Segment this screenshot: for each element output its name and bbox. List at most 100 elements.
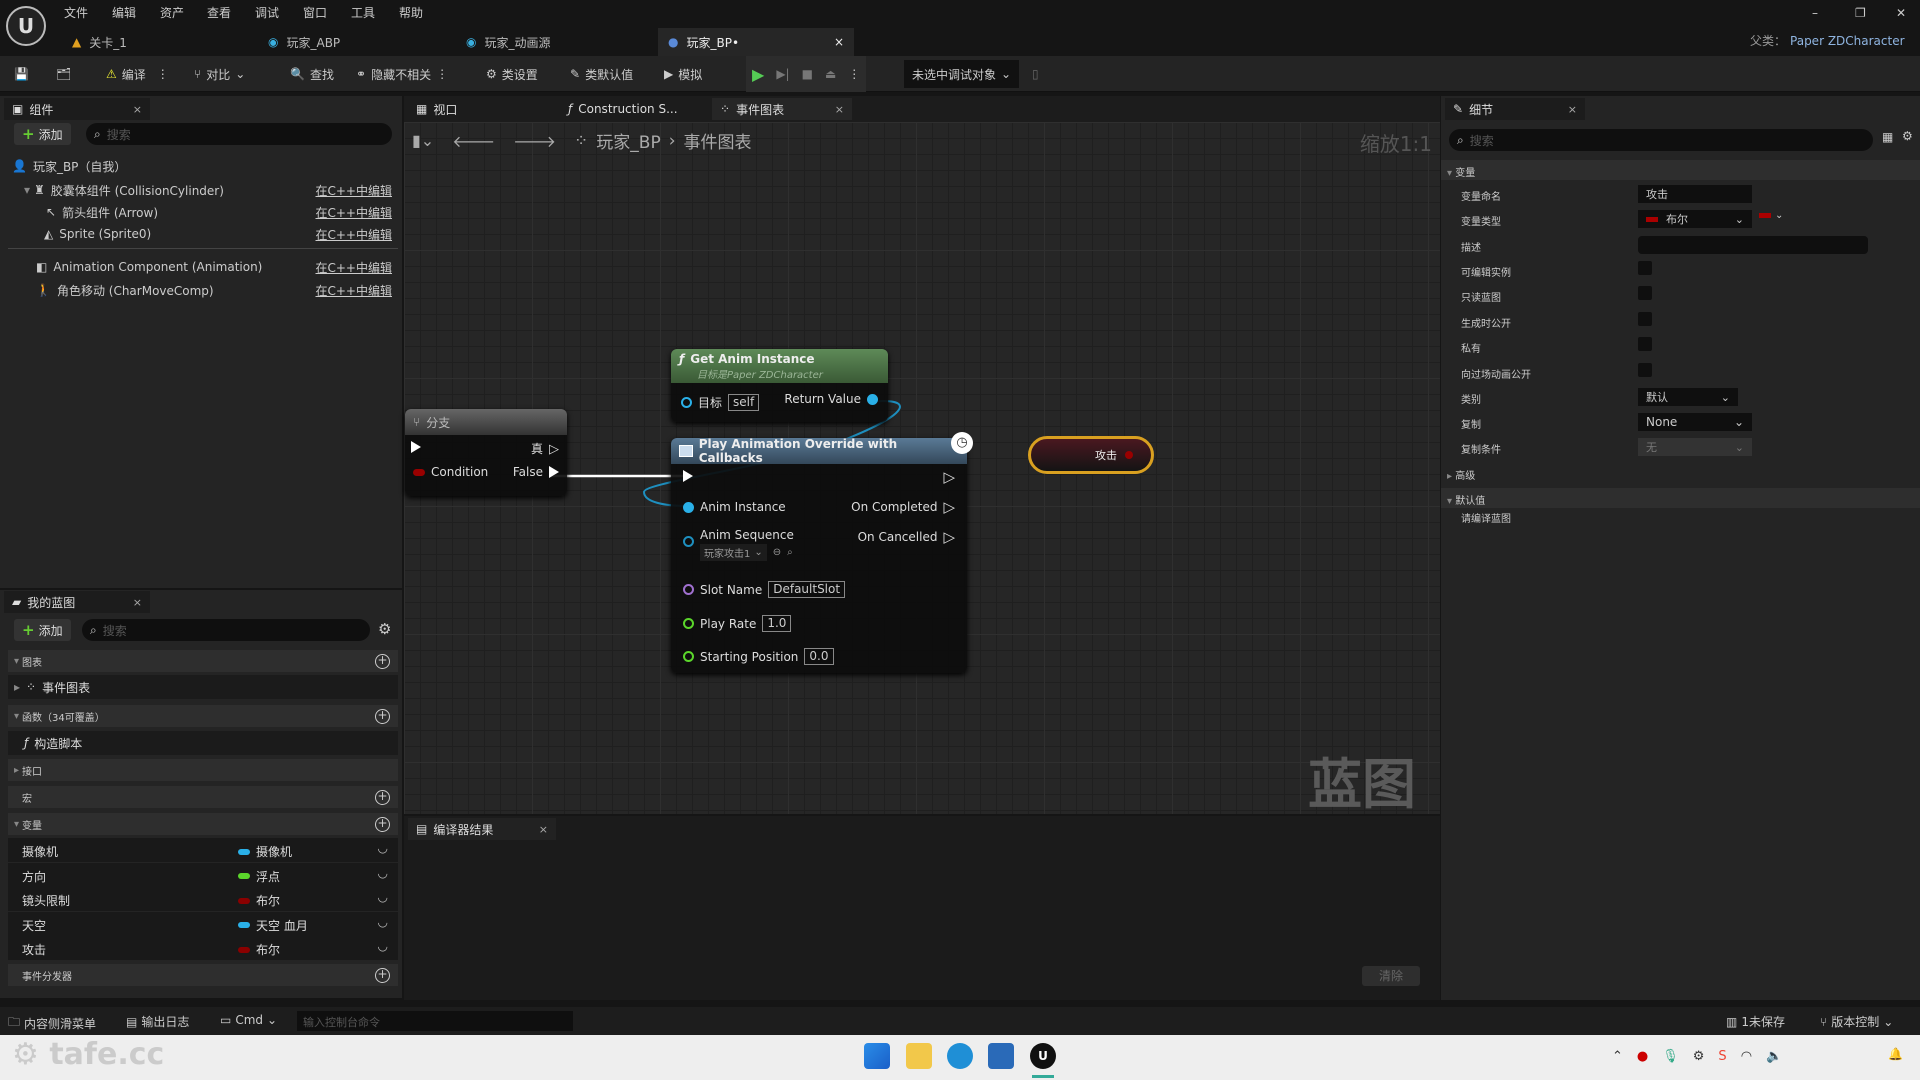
add-component-button[interactable]: + 添加 — [14, 123, 71, 145]
tab-viewport[interactable]: ▦ 视口 — [408, 98, 558, 120]
step-icon[interactable]: ▶| — [776, 67, 789, 81]
eye-closed-icon[interactable]: ◡ — [378, 866, 388, 880]
description-input[interactable] — [1638, 236, 1868, 254]
anim-instance-pin[interactable]: Anim Instance — [683, 500, 786, 514]
section-event-dispatchers[interactable]: 事件分发器 + — [8, 964, 398, 986]
simulate-button[interactable]: ▶ 模拟 — [664, 56, 702, 92]
edit-in-cpp-link[interactable]: 在C++中编辑 — [316, 182, 393, 199]
replication-select[interactable]: None ⌄ — [1638, 413, 1752, 431]
variable-item[interactable]: 镜头限制 布尔 ◡ — [8, 887, 398, 911]
menu-tools[interactable]: 工具 — [351, 4, 375, 21]
gear-icon[interactable]: ⚙ — [378, 620, 391, 638]
stop-icon[interactable]: ■ — [802, 67, 813, 81]
close-icon[interactable]: × — [1568, 103, 1577, 116]
component-char-move[interactable]: 🚶 角色移动 (CharMoveComp) 在C++中编辑 — [0, 279, 402, 301]
eye-closed-icon[interactable]: ◡ — [378, 915, 388, 929]
eye-closed-icon[interactable]: ◡ — [378, 841, 388, 855]
debug-target-select[interactable]: 未选中调试对象 ⌄ — [904, 60, 1020, 88]
wifi-icon[interactable]: ◠ — [1741, 1049, 1752, 1064]
file-explorer-icon[interactable] — [906, 1043, 932, 1069]
menu-file[interactable]: 文件 — [64, 4, 88, 21]
add-graph-icon[interactable]: + — [375, 653, 390, 669]
eye-closed-icon[interactable]: ◡ — [378, 890, 388, 904]
volume-icon[interactable]: 🔈 — [1766, 1049, 1782, 1064]
play-rate-field[interactable]: 1.0 — [762, 615, 792, 632]
section-interfaces[interactable]: ▸ 接口 — [8, 759, 398, 781]
microphone-icon[interactable]: 🎙 — [1662, 1049, 1679, 1064]
output-log-button[interactable]: ▤ 输出日志 — [126, 1013, 189, 1030]
menu-view[interactable]: 查看 — [207, 4, 231, 21]
browse-icon[interactable]: 🗂 — [56, 56, 71, 92]
construction-script-item[interactable]: ƒ 构造脚本 — [8, 731, 398, 755]
checkbox[interactable] — [1638, 337, 1652, 352]
tab-compiler-results[interactable]: ▤ 编译器结果 × — [408, 818, 556, 840]
menu-edit[interactable]: 编辑 — [112, 4, 136, 21]
event-graph-item[interactable]: ▸ ⁘ 事件图表 — [8, 675, 398, 699]
replication-condition-select[interactable]: 无 ⌄ — [1638, 438, 1752, 456]
variable-item[interactable]: 摄像机 摄像机 ◡ — [8, 838, 398, 862]
tab-construction-script[interactable]: ƒ Construction S... — [560, 98, 710, 120]
add-function-icon[interactable]: + — [375, 708, 390, 724]
variable-item[interactable]: 天空 天空 血月 ◡ — [8, 911, 398, 936]
checkbox[interactable] — [1638, 362, 1652, 377]
property-matrix-icon[interactable]: ▦ — [1882, 130, 1893, 144]
checkbox[interactable] — [1638, 311, 1652, 326]
unreal-logo[interactable]: U — [6, 6, 46, 46]
var-name-input[interactable]: 攻击 — [1638, 185, 1752, 203]
category-select[interactable]: 默认 ⌄ — [1638, 388, 1738, 406]
section-functions[interactable]: ▾ 函数（34可覆盖） + — [8, 705, 398, 727]
menu-help[interactable]: 帮助 — [399, 4, 423, 21]
clear-button[interactable]: 清除 — [1362, 966, 1420, 986]
tab-player-bp[interactable]: ● 玩家_BP• × — [658, 28, 854, 56]
branch-node[interactable]: ⑂ 分支 真 ▷ Condition False — [405, 409, 567, 496]
start-icon[interactable] — [864, 1043, 890, 1069]
chevron-up-icon[interactable]: ⌃ — [1612, 1049, 1623, 1064]
components-search-input[interactable]: ⌕ 搜索 — [86, 123, 392, 145]
var-type-select[interactable]: 布尔 ⌄ — [1638, 210, 1752, 228]
close-icon[interactable]: × — [133, 103, 142, 116]
unsaved-button[interactable]: ▥ 1未保存 — [1726, 1013, 1785, 1030]
section-variable[interactable]: ▾ 变量 — [1441, 160, 1920, 180]
branch-false-pin[interactable]: False — [513, 465, 559, 479]
input-method-icon[interactable]: S — [1718, 1049, 1726, 1064]
component-self[interactable]: 👤 玩家_BP（自我） — [0, 155, 402, 177]
hide-unrelated-button[interactable]: ⚭ 隐藏不相关 ⋮ — [356, 56, 448, 92]
edit-in-cpp-link[interactable]: 在C++中编辑 — [316, 226, 393, 243]
use-selected-icon[interactable]: ⊖ — [773, 547, 781, 558]
close-icon[interactable]: × — [133, 596, 142, 609]
starting-position-pin[interactable]: Starting Position 0.0 — [683, 648, 834, 665]
edit-in-cpp-link[interactable]: 在C++中编辑 — [316, 282, 393, 299]
branch-exec-in-pin[interactable] — [411, 441, 421, 453]
close-icon[interactable]: × — [539, 823, 548, 836]
tab-details[interactable]: ✎ 细节 × — [1445, 98, 1585, 120]
find-button[interactable]: 🔍 查找 — [290, 56, 334, 92]
target-pin[interactable]: 目标 self — [681, 394, 760, 411]
debug-filter-icon[interactable]: ▯ — [1032, 56, 1039, 92]
attack-variable-node[interactable]: 攻击 — [1028, 436, 1154, 474]
tab-level[interactable]: ▲ 关卡_1 — [62, 28, 252, 56]
settings-icon[interactable]: ⚙ — [1693, 1049, 1705, 1064]
add-variable-icon[interactable]: + — [375, 816, 390, 832]
menu-asset[interactable]: 资产 — [160, 4, 184, 21]
condition-pin[interactable]: Condition — [413, 465, 488, 479]
slot-name-field[interactable]: DefaultSlot — [768, 581, 846, 598]
menu-window[interactable]: 窗口 — [303, 4, 327, 21]
component-animation[interactable]: ◧ Animation Component (Animation) 在C++中编辑 — [0, 256, 402, 278]
edit-in-cpp-link[interactable]: 在C++中编辑 — [316, 259, 393, 276]
store-icon[interactable] — [988, 1043, 1014, 1069]
play-icon[interactable]: ▶ — [752, 65, 764, 84]
class-settings-button[interactable]: ⚙ 类设置 — [486, 56, 538, 92]
add-macro-icon[interactable]: + — [375, 789, 390, 805]
source-control-button[interactable]: ⑂ 版本控制 ⌄ — [1820, 1013, 1893, 1030]
close-window-icon[interactable]: ✕ — [1896, 6, 1906, 20]
play-animation-override-node[interactable]: Play Animation Override with Callbacks ◷… — [671, 432, 973, 673]
anim-sequence-pin[interactable]: Anim Sequence 玩家攻击1 ⌄ ⊖ ⌕ — [683, 528, 794, 561]
tab-components[interactable]: ▣ 组件 × — [4, 98, 150, 120]
variable-item[interactable]: 方向 浮点 ◡ — [8, 862, 398, 887]
checkbox[interactable] — [1638, 286, 1652, 301]
unreal-taskbar-icon[interactable]: U — [1030, 1043, 1056, 1069]
content-drawer-button[interactable]: 🗀 内容侧滑菜单 — [8, 1013, 96, 1034]
tab-event-graph[interactable]: ⁘ 事件图表 × — [712, 98, 852, 120]
exec-in-pin[interactable] — [683, 470, 693, 482]
variable-item[interactable]: 攻击 布尔 ◡ — [8, 936, 398, 960]
